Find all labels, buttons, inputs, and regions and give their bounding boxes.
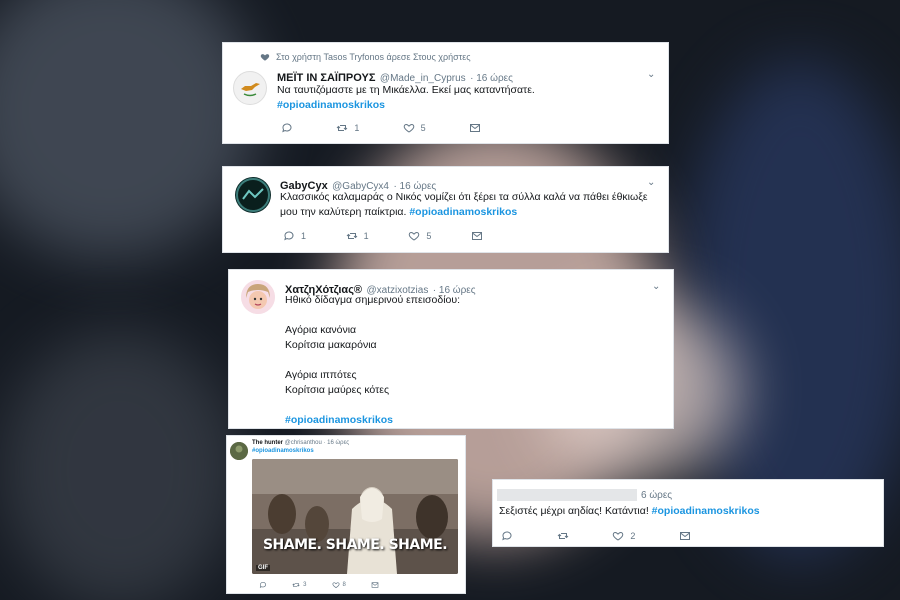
reply-icon — [259, 582, 266, 588]
reply-button[interactable]: 1 — [283, 230, 306, 242]
tweet-card-2[interactable]: GabyCyx @GabyCyx4 · 16 ώρες ⌄ Κλασσικός … — [223, 167, 668, 252]
like-count: 5 — [426, 231, 432, 241]
like-count: 5 — [420, 123, 426, 133]
retweet-icon — [336, 125, 348, 131]
sports-logo-icon — [236, 178, 270, 212]
message-button[interactable] — [471, 230, 483, 242]
cyprus-map-icon — [241, 83, 260, 97]
retweet-count: 1 — [354, 123, 360, 133]
tweet-text-line: Αγόρια ιππότες — [285, 369, 357, 381]
avatar[interactable] — [230, 442, 248, 460]
mail-icon — [679, 532, 690, 540]
retweet-button[interactable]: 3 — [292, 581, 306, 589]
user-handle[interactable]: @chrisanthou — [285, 440, 322, 446]
redacted-user-name — [497, 489, 637, 501]
tweet-text: Ηθικό δίδαγμα σημερινού επεισοδίου: Αγόρ… — [285, 293, 665, 428]
retweet-icon — [292, 583, 300, 587]
hashtag-link[interactable]: #opioadinamoskrikos — [252, 448, 314, 454]
mail-icon — [471, 232, 482, 240]
gif-badge: GIF — [256, 565, 270, 571]
retweet-icon — [346, 233, 358, 239]
heart-outline-icon — [409, 231, 420, 241]
hashtag-link[interactable]: #opioadinamoskrikos — [277, 98, 657, 113]
retweet-count: 1 — [363, 231, 369, 241]
hunter-avatar-icon — [230, 442, 248, 460]
tweet-text: Να ταυτιζόμαστε με τη Μικάελλα. Εκεί μας… — [277, 83, 657, 113]
retweet-button[interactable]: 1 — [336, 122, 359, 134]
hashtag-link[interactable]: #opioadinamoskrikos — [652, 505, 760, 517]
tweet-header: The hunter @chrisanthou · 16 ώρες — [252, 440, 349, 446]
bg-blob — [0, 0, 260, 260]
tweet-text-line: Ηθικό δίδαγμα σημερινού επεισοδίου: — [285, 294, 461, 306]
mail-icon — [469, 124, 480, 132]
tweet-card-5[interactable]: 6 ώρες Σεξιστές μέχρι αηδίας! Κατάντια! … — [493, 480, 883, 546]
tweet-text: Κλασσικός καλαμαράς ο Νικός νομίζει ότι … — [280, 190, 665, 220]
reply-button[interactable] — [281, 122, 293, 134]
tweet-text-line: μου την καλύτερη παίκτρια. — [280, 206, 407, 218]
like-count: 8 — [342, 582, 346, 588]
retweet-button[interactable]: 1 — [346, 230, 369, 242]
message-button[interactable] — [371, 581, 379, 589]
reply-icon — [282, 123, 292, 133]
heart-outline-icon — [403, 123, 414, 133]
avatar[interactable] — [241, 280, 275, 314]
hashtag-link[interactable]: #opioadinamoskrikos — [409, 206, 517, 218]
like-button[interactable]: 8 — [332, 581, 346, 589]
reply-count: 1 — [301, 231, 307, 241]
gif-caption: SHAME. SHAME. SHAME. — [262, 537, 448, 553]
cartoon-face-icon — [241, 280, 275, 314]
chevron-down-icon[interactable]: ⌄ — [652, 281, 660, 292]
chevron-down-icon[interactable]: ⌄ — [647, 177, 655, 188]
tweet-text-line: Κορίτσια μακαρόνια — [285, 339, 377, 351]
gif-media[interactable]: SHAME. SHAME. SHAME. GIF — [252, 459, 458, 574]
reply-icon — [502, 531, 512, 541]
like-button[interactable]: 5 — [408, 230, 431, 242]
tweet-text-line: Κλασσικός καλαμαράς ο Νικός νομίζει ότι … — [280, 191, 648, 203]
avatar[interactable] — [233, 71, 267, 105]
user-name[interactable]: The hunter — [252, 440, 283, 446]
like-button[interactable]: 2 — [612, 530, 635, 542]
heart-outline-icon — [613, 531, 624, 541]
tweet-time[interactable]: · 16 ώρες — [323, 440, 349, 446]
liked-notice: Στο χρήστη Tasos Tryfonos άρεσε Στους χρ… — [260, 52, 471, 62]
message-button[interactable] — [469, 122, 481, 134]
retweet-button[interactable] — [557, 530, 569, 542]
like-count: 2 — [630, 531, 636, 541]
bg-blob — [0, 330, 240, 600]
tweet-card-3[interactable]: ΧατζηΧότζιας® @xatzixotzias · 16 ώρες ⌄ … — [229, 270, 673, 428]
gif-scene-image — [252, 459, 458, 574]
mail-icon — [371, 582, 379, 588]
tweet-text-line: Κορίτσια μαύρες κότες — [285, 384, 390, 396]
tweet-actions: 2 — [501, 530, 691, 542]
reply-button[interactable] — [501, 530, 513, 542]
hashtag-link[interactable]: #opioadinamoskrikos — [285, 413, 665, 428]
retweet-count: 3 — [303, 582, 307, 588]
tweet-text-line: Να ταυτιζόμαστε με τη Μικάελλα. Εκεί μας… — [277, 84, 535, 96]
retweet-icon — [557, 533, 569, 539]
heart-icon — [260, 54, 270, 61]
avatar[interactable] — [235, 177, 271, 213]
tweet-text-line: Αγόρια κανόνια — [285, 324, 357, 336]
tweet-actions: 3 8 — [259, 581, 379, 589]
tweet-time[interactable]: 6 ώρες — [641, 490, 672, 501]
tweet-text: Σεξιστές μέχρι αηδίας! Κατάντια! #opioad… — [499, 504, 869, 519]
reply-icon — [284, 231, 294, 241]
tweet-text-line: Σεξιστές μέχρι αηδίας! Κατάντια! — [499, 505, 649, 517]
liked-notice-text: Στο χρήστη Tasos Tryfonos άρεσε Στους χρ… — [276, 52, 471, 62]
chevron-down-icon[interactable]: ⌄ — [647, 69, 655, 80]
tweet-card-1[interactable]: Στο χρήστη Tasos Tryfonos άρεσε Στους χρ… — [223, 43, 668, 143]
like-button[interactable]: 5 — [403, 122, 426, 134]
tweet-actions: 1 5 — [281, 122, 481, 134]
heart-outline-icon — [332, 582, 340, 589]
tweet-card-4[interactable]: The hunter @chrisanthou · 16 ώρες #opioa… — [227, 436, 465, 593]
tweet-actions: 1 1 5 — [283, 230, 483, 242]
reply-button[interactable] — [259, 581, 267, 589]
message-button[interactable] — [679, 530, 691, 542]
